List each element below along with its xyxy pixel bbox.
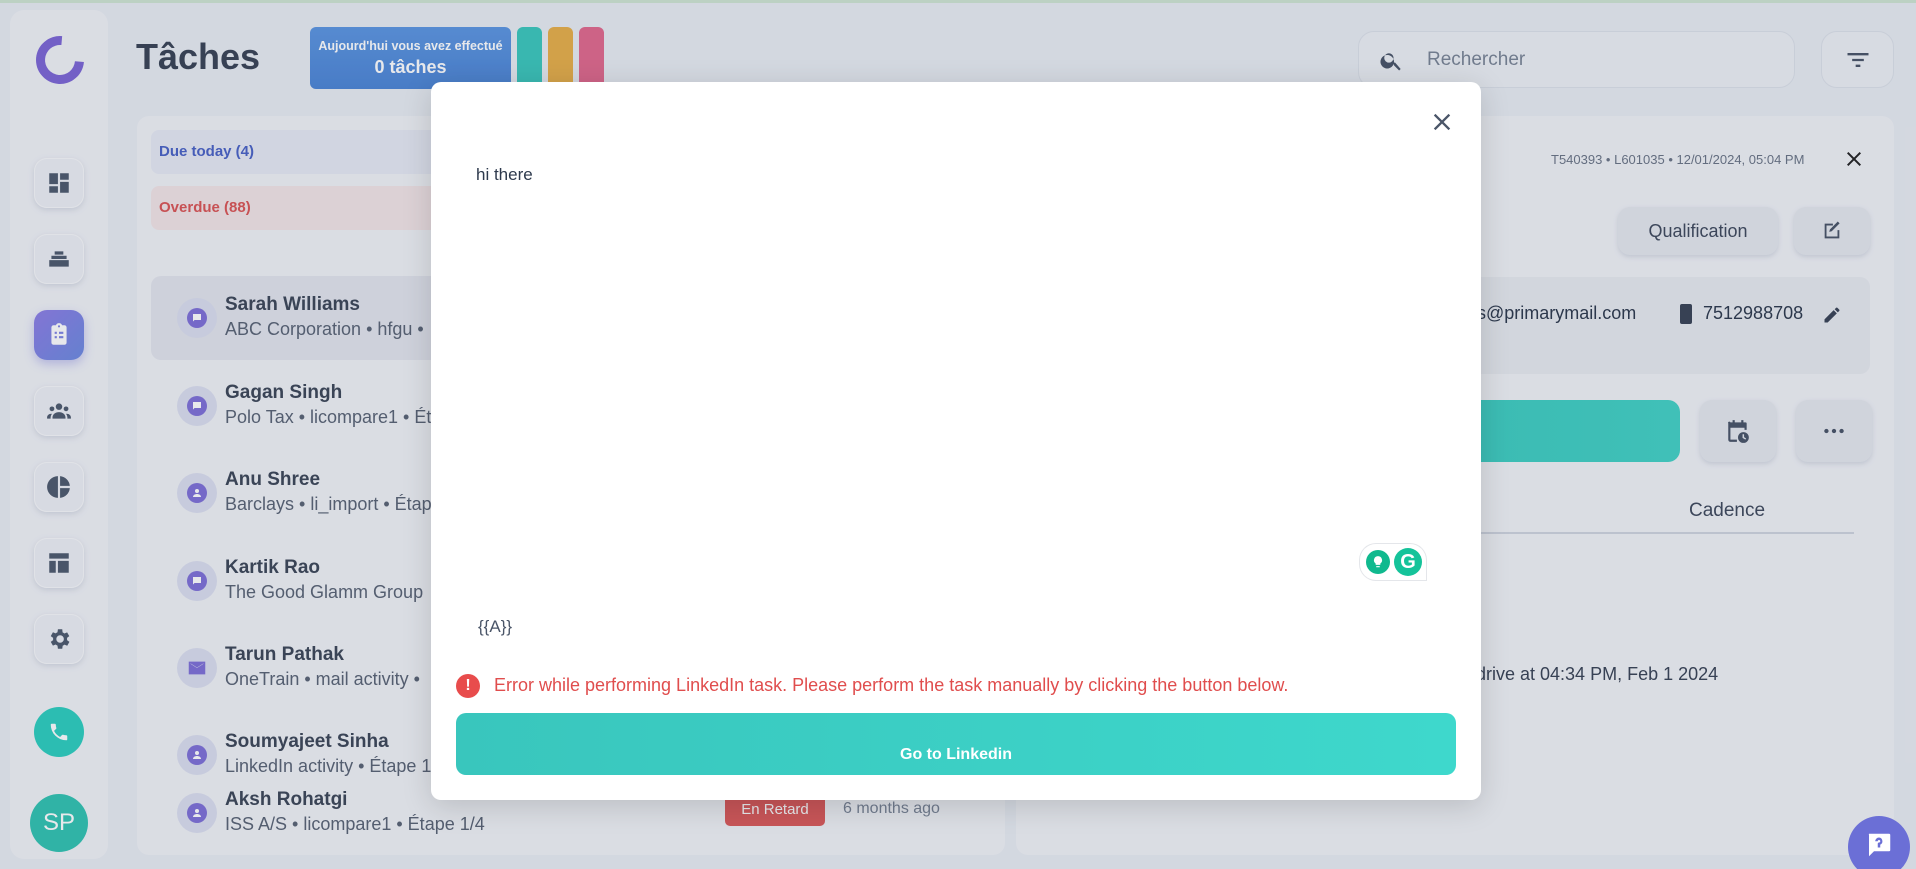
grammarly-icon[interactable]: G bbox=[1394, 548, 1422, 576]
help-icon bbox=[1868, 833, 1891, 857]
help-chat-button[interactable] bbox=[1848, 816, 1910, 869]
template-variable: {{A}} bbox=[478, 617, 513, 636]
grammarly-widget[interactable]: G bbox=[1360, 544, 1426, 580]
error-icon: ! bbox=[456, 674, 480, 698]
message-editor[interactable]: hi there bbox=[476, 165, 533, 185]
lightbulb-icon[interactable] bbox=[1366, 550, 1390, 574]
close-icon[interactable] bbox=[1428, 108, 1456, 136]
error-text: Error while performing LinkedIn task. Pl… bbox=[494, 675, 1289, 695]
go-to-linkedin-button[interactable]: Go to Linkedin bbox=[456, 713, 1456, 775]
linkedin-task-modal: hi there G {{A}} ! Error while performin… bbox=[431, 82, 1481, 800]
